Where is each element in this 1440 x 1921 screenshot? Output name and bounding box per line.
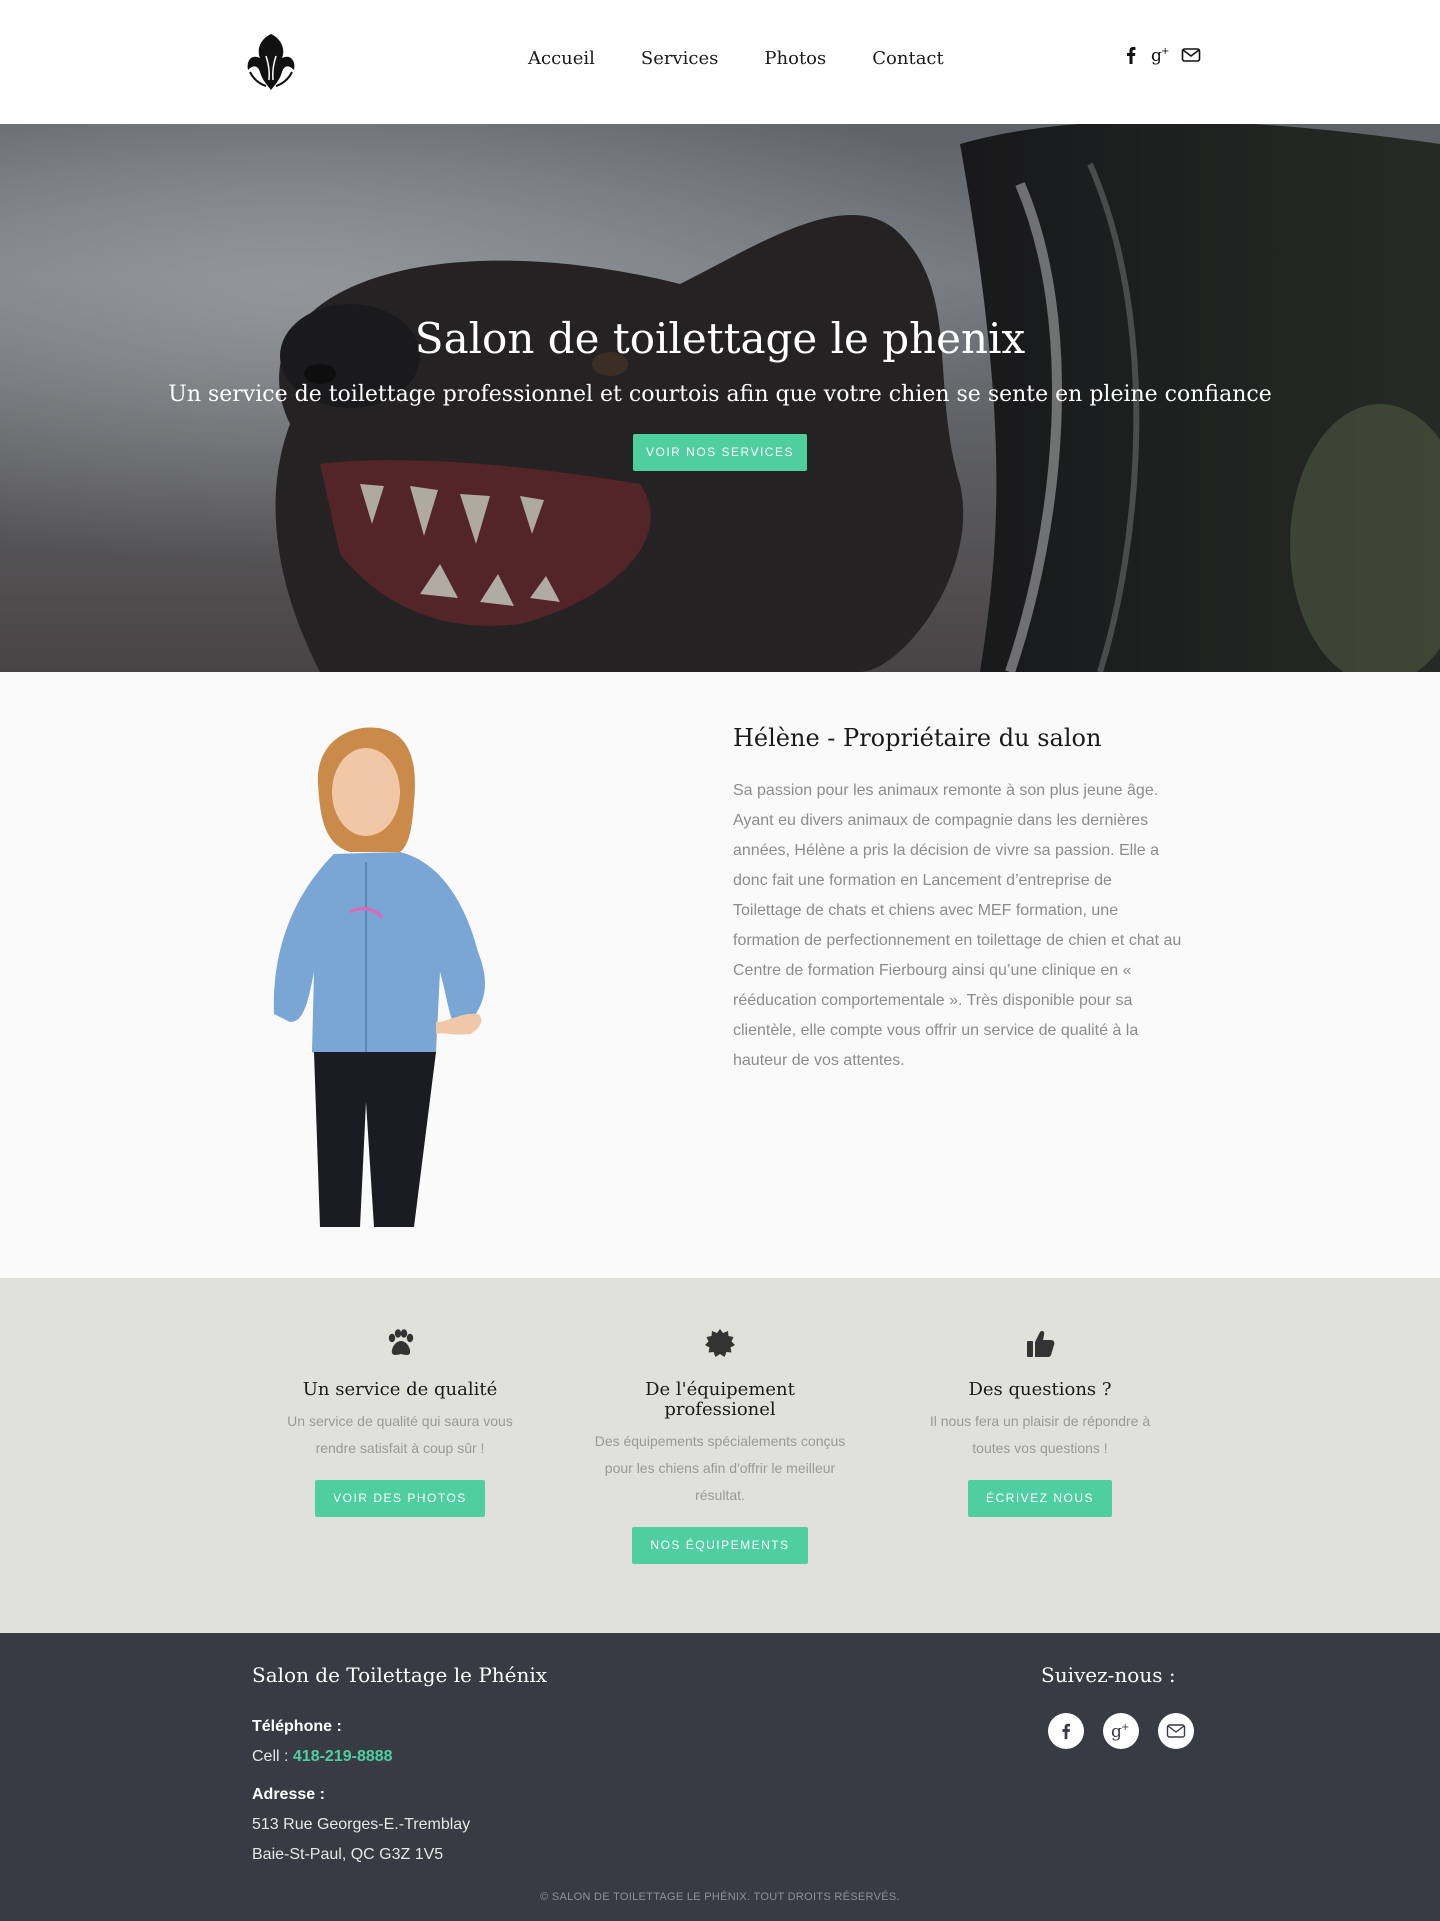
nav-link-accueil[interactable]: Accueil — [528, 48, 595, 69]
hero-title: Salon de toilettage le phenix — [414, 314, 1026, 363]
mail-icon[interactable] — [1180, 44, 1202, 66]
copyright: © SALON DE TOILETTAGE LE PHÉNIX. TOUT DR… — [540, 1891, 900, 1903]
footer: Salon de Toilettage le Phénix Téléphone … — [0, 1633, 1440, 1921]
feature-text: Il nous fera un plaisir de répondre à to… — [929, 1413, 1151, 1456]
footer-brand: Salon de Toilettage le Phénix — [252, 1663, 548, 1687]
see-services-button[interactable]: Voir nos services — [633, 434, 807, 471]
cell-prefix: Cell : — [252, 1748, 293, 1765]
thumbs-up-icon — [1027, 1331, 1055, 1357]
phone-label: Téléphone : — [252, 1718, 342, 1735]
follow-us-heading: Suivez-nous : — [1041, 1663, 1176, 1687]
features-section: Un service de qualité Un service de qual… — [0, 1278, 1440, 1633]
feature-title: Un service de qualité — [302, 1379, 498, 1400]
see-photos-button[interactable]: Voir des photos — [315, 1480, 485, 1517]
owner-section: Hélène - Propriétaire du salon Sa passio… — [0, 672, 1440, 1278]
feature-questions: Des questions ? Il nous fera un plaisir … — [910, 1326, 1170, 1517]
facebook-icon[interactable] — [1120, 44, 1142, 66]
feature-text: Un service de qualité qui saura vous ren… — [287, 1413, 513, 1456]
equipment-button[interactable]: Nos équipements — [632, 1527, 808, 1564]
owner-heading: Hélène - Propriétaire du salon — [733, 724, 1102, 752]
nav-link-services[interactable]: Services — [641, 48, 718, 69]
top-navbar: Accueil Services Photos Contact g + — [0, 0, 1440, 124]
google-plus-icon[interactable]: g + — [1150, 44, 1172, 66]
owner-bio: Sa passion pour les animaux remonte à so… — [733, 782, 1182, 1069]
svg-text:+: + — [1121, 1722, 1129, 1733]
mail-icon[interactable] — [1158, 1713, 1194, 1749]
footer-social-links: g + — [1048, 1713, 1194, 1749]
feature-title: De l'équipement professionel — [645, 1379, 795, 1420]
address-label: Adresse : — [252, 1786, 325, 1803]
address-line-1: 513 Rue Georges-E.-Tremblay — [252, 1816, 471, 1833]
feature-equipment: De l'équipement professionel Des équipem… — [590, 1326, 850, 1564]
cell-line: Cell : 418-219-8888 — [252, 1748, 393, 1766]
address-line-2: Baie-St-Paul, QC G3Z 1V5 — [252, 1846, 444, 1863]
nav-link-contact[interactable]: Contact — [872, 48, 943, 69]
hero-subtitle: Un service de toilettage professionnel e… — [168, 382, 1272, 407]
svg-text:+: + — [1161, 46, 1169, 57]
write-us-button[interactable]: Écrivez nous — [967, 1480, 1112, 1517]
hero-banner: Salon de toilettage le phenix Un service… — [0, 124, 1440, 672]
header-social-links: g + — [1120, 44, 1202, 66]
feature-title: Des questions ? — [968, 1379, 1112, 1400]
badge-icon — [705, 1329, 735, 1357]
owner-photo — [273, 727, 485, 1227]
facebook-icon[interactable] — [1048, 1713, 1084, 1749]
feature-quality: Un service de qualité Un service de qual… — [270, 1326, 530, 1517]
paw-icon — [388, 1329, 414, 1355]
phenix-logo[interactable] — [236, 26, 306, 96]
google-plus-icon[interactable]: g + — [1103, 1713, 1139, 1749]
nav-link-photos[interactable]: Photos — [764, 48, 826, 69]
feature-text: Des équipements spécialements conçus pou… — [594, 1433, 846, 1503]
phone-number-link[interactable]: 418-219-8888 — [293, 1748, 393, 1765]
